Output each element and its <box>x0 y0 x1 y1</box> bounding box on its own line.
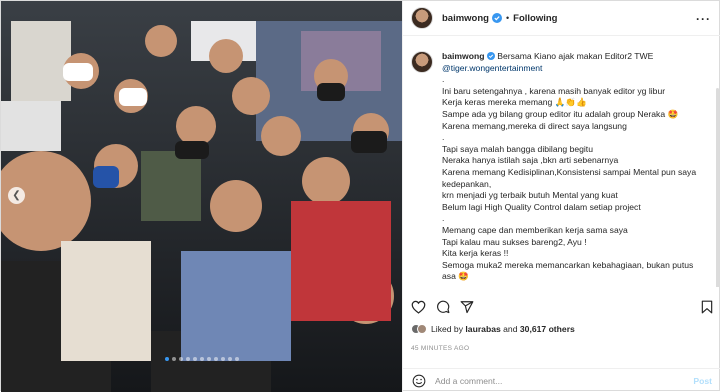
caption-line: . <box>442 213 445 224</box>
comment-icon[interactable] <box>436 300 450 314</box>
likes-summary: Liked by laurabas and 30,617 others <box>411 324 575 334</box>
carousel-prev-button[interactable]: ❮ <box>8 187 25 204</box>
caption-line: Karena memang Kedisiplinan,Konsistensi s… <box>442 166 697 189</box>
comment-bar: Post <box>403 368 720 392</box>
comment-input[interactable] <box>435 375 675 386</box>
heart-icon[interactable] <box>411 300 426 314</box>
verified-badge-icon <box>486 52 495 60</box>
avatar[interactable] <box>411 7 433 29</box>
bookmark-icon[interactable] <box>701 300 713 314</box>
carousel-dot <box>220 357 225 361</box>
chevron-left-icon: ❮ <box>12 190 21 201</box>
likes-others[interactable]: 30,617 others <box>520 324 575 334</box>
action-bar <box>403 297 720 317</box>
carousel-dot <box>213 357 218 361</box>
carousel-dot <box>199 357 204 361</box>
caption-username[interactable]: baimwong <box>442 51 485 61</box>
carousel-dot <box>234 357 239 361</box>
caption-line: Neraka hanya istilah saja ,bkn arti sebe… <box>442 155 619 166</box>
caption-line-text: Bersama Kiano ajak makan Editor2 TWE <box>497 51 654 61</box>
carousel-dot <box>185 357 190 361</box>
carousel-indicator <box>1 357 402 361</box>
caption-line: . <box>442 132 445 143</box>
carousel-dot <box>206 357 211 361</box>
caption-line: Kerja keras mereka memang 🙏👏👍 <box>442 97 587 108</box>
verified-badge-icon <box>491 13 502 23</box>
post-header: baimwong • Following ··· <box>403 1 720 36</box>
post-timestamp[interactable]: 45 MINUTES AGO <box>411 345 469 352</box>
carousel-dot <box>178 357 183 361</box>
likes-prefix: Liked by <box>431 324 464 334</box>
separator-dot: • <box>505 13 510 23</box>
caption-area: baimwong Bersama Kiano ajak makan Editor… <box>403 43 720 287</box>
caption-line: Tapi kalau mau sukses bareng2, Ayu ! <box>442 236 587 247</box>
post-username[interactable]: baimwong <box>442 13 489 24</box>
caption-avatar[interactable] <box>411 51 433 73</box>
carousel-dot <box>171 357 176 361</box>
post-photo[interactable]: ❮ <box>1 1 402 392</box>
more-horizontal-icon[interactable]: ··· <box>696 12 711 26</box>
smiley-icon[interactable] <box>412 374 426 388</box>
caption-line: Karena memang,mereka di direct saya lang… <box>442 120 627 131</box>
caption-line: Sampe ada yg bilang group editor itu ada… <box>442 108 679 119</box>
caption-scrollbar[interactable] <box>716 88 719 287</box>
caption-line: . <box>442 74 445 85</box>
liker-avatar <box>417 324 427 334</box>
caption-line: baimwong Bersama Kiano ajak makan Editor… <box>442 51 704 63</box>
carousel-dot <box>227 357 232 361</box>
caption-line: Semoga muka2 mereka memancarkan kebahagi… <box>442 259 694 282</box>
likes-and: and <box>503 324 518 334</box>
caption-line: krn menjadi yg terbaik butuh Mental yang… <box>442 190 618 201</box>
caption-text: baimwong Bersama Kiano ajak makan Editor… <box>442 51 704 287</box>
likes-text: Liked by laurabas and 30,617 others <box>431 324 575 334</box>
caption-line: Belum lagi High Quality Control dalam se… <box>442 201 641 212</box>
caption-line: Memang cape dan memberikan kerja sama sa… <box>442 224 628 235</box>
caption-line: Tapi saya malah bangga dibilang begitu <box>442 143 593 154</box>
group-selfie-image <box>1 1 402 392</box>
caption-line: Ini baru setengahnya , karena masih bany… <box>442 85 666 96</box>
mention-link[interactable]: @tiger.wongentertainment <box>442 63 704 75</box>
carousel-dot <box>192 357 197 361</box>
share-icon[interactable] <box>460 300 474 314</box>
following-button[interactable]: Following <box>513 13 557 24</box>
post-modal: ❮ baimwong • Following ··· baimwong Bers… <box>0 0 720 392</box>
caption-line: Kita kerja keras !! <box>442 248 509 259</box>
post-side-panel: baimwong • Following ··· baimwong Bersam… <box>402 1 720 392</box>
carousel-dot <box>164 357 169 361</box>
liker-username[interactable]: laurabas <box>465 324 500 334</box>
post-comment-button[interactable]: Post <box>693 376 712 386</box>
